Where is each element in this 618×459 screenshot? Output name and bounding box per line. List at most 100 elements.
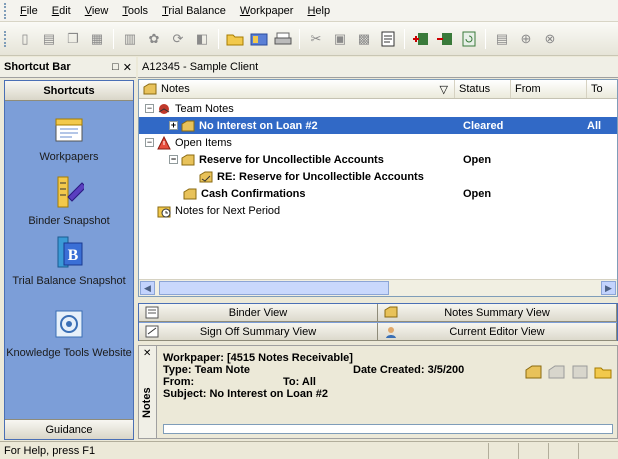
menu-help[interactable]: Help <box>300 3 337 19</box>
refresh-icon[interactable] <box>458 28 480 50</box>
tree-row-selected-note[interactable]: + No Interest on Loan #2 Cleared All <box>139 117 617 134</box>
knowledge-tools-icon <box>52 307 86 341</box>
shortcut-bar-title: Shortcut Bar <box>4 61 71 73</box>
svg-text:B: B <box>68 247 79 264</box>
view-switcher: Binder View Notes Summary View Sign Off … <box>138 303 618 341</box>
toolbar-separator <box>485 28 486 49</box>
note-details-pane: ✕ Notes Workpaper: [4515 Notes Receivabl… <box>138 345 618 439</box>
notes-side-tab[interactable]: ✕ Notes <box>139 346 157 438</box>
notes-tree: − Team Notes + No Interest on Loan #2 Cl… <box>139 100 617 278</box>
guidance-tab[interactable]: Guidance <box>5 419 133 439</box>
note-text-field[interactable] <box>163 424 613 434</box>
tree-row-reserve[interactable]: − Reserve for Uncollectible Accounts Ope… <box>139 151 617 168</box>
menu-grip[interactable] <box>4 2 7 19</box>
client-title: A12345 - Sample Client <box>138 57 618 78</box>
resize-grip-icon[interactable] <box>578 442 618 459</box>
collapse-icon[interactable]: − <box>145 104 154 113</box>
open-binder-icon[interactable] <box>248 28 270 50</box>
new-icon[interactable]: ▯ <box>14 28 36 50</box>
clear-note-icon[interactable] <box>570 362 590 382</box>
detail-type: Type: Team Note <box>163 364 250 376</box>
sign-off-summary-view-button[interactable]: Sign Off Summary View <box>139 323 378 341</box>
close-icon[interactable]: ✕ <box>123 61 132 74</box>
filter-icon[interactable]: ▽ <box>440 83 448 96</box>
remove-tickmark-icon[interactable] <box>434 28 456 50</box>
copy-icon[interactable]: ❐ <box>62 28 84 50</box>
view-row: Binder View Notes Summary View <box>139 304 617 322</box>
menu-tools[interactable]: Tools <box>115 3 155 19</box>
note-status: Open <box>463 153 492 166</box>
shortcut-knowledge-tools[interactable]: Knowledge Tools Website <box>5 307 133 360</box>
view-row: Sign Off Summary View Current Editor Vie… <box>139 323 617 341</box>
sync-icon[interactable]: ⟳ <box>167 28 189 50</box>
collapse-icon[interactable]: − <box>145 138 154 147</box>
tree-row-next-period[interactable]: Notes for Next Period <box>139 202 617 219</box>
tree-row-team-notes[interactable]: − Team Notes <box>139 100 617 117</box>
detail-date-created: Date Created: 3/5/200 <box>353 364 465 376</box>
tree-row-cash[interactable]: Cash Confirmations Open <box>139 185 617 202</box>
current-editor-icon <box>384 325 398 342</box>
column-status[interactable]: Status <box>455 80 511 98</box>
menu-bar: File Edit View Tools Trial Balance Workp… <box>0 0 618 22</box>
print-preview-icon[interactable]: ◧ <box>191 28 213 50</box>
toolbar-separator <box>404 28 405 49</box>
shortcut-label: Workpapers <box>39 151 99 163</box>
menu-file[interactable]: File <box>13 3 45 19</box>
print-icon[interactable] <box>272 28 294 50</box>
current-editor-view-label: Current Editor View <box>449 325 545 338</box>
document-icon[interactable]: ▤ <box>38 28 60 50</box>
note-status: Cleared <box>463 119 504 132</box>
open-workpaper-icon[interactable] <box>593 362 613 382</box>
add-tickmark-icon[interactable] <box>410 28 432 50</box>
notes-side-tab-label: Notes <box>141 387 153 418</box>
column-to[interactable]: To <box>587 80 617 98</box>
note-icon <box>183 187 197 201</box>
collapse-icon[interactable]: − <box>169 155 178 164</box>
shortcut-binder-snapshot[interactable]: Binder Snapshot <box>5 175 133 228</box>
column-notes[interactable]: Notes ▽ <box>139 80 455 98</box>
column-from[interactable]: From <box>511 80 587 98</box>
scroll-right-icon[interactable]: ▶ <box>601 281 616 295</box>
unlock-icon[interactable]: ⊗ <box>539 28 561 50</box>
binder-view-icon <box>145 306 159 322</box>
menu-workpaper[interactable]: Workpaper <box>233 3 301 19</box>
menu-edit[interactable]: Edit <box>45 3 78 19</box>
globe-icon[interactable]: ✿ <box>143 28 165 50</box>
edit-note-icon[interactable] <box>524 362 544 382</box>
notes-pane: Notes ▽ Status From To − Team Notes + No… <box>138 79 618 297</box>
notes-summary-view-button[interactable]: Notes Summary View <box>378 304 617 322</box>
tree-label: Reserve for Uncollectible Accounts <box>199 153 384 166</box>
current-editor-view-button[interactable]: Current Editor View <box>378 323 617 341</box>
menu-trial-balance[interactable]: Trial Balance <box>155 3 233 19</box>
lock-icon[interactable]: ⊕ <box>515 28 537 50</box>
checklist-icon[interactable] <box>377 28 399 50</box>
expand-icon[interactable]: + <box>169 121 178 130</box>
reply-note-icon[interactable] <box>547 362 567 382</box>
shortcut-trial-balance-snapshot[interactable]: B Trial Balance Snapshot <box>5 235 133 288</box>
scroll-thumb[interactable] <box>159 281 389 295</box>
menu-view[interactable]: View <box>78 3 116 19</box>
properties-icon[interactable]: ▦ <box>86 28 108 50</box>
paste-icon[interactable]: ▣ <box>329 28 351 50</box>
column-headers: Notes ▽ Status From To <box>139 80 617 99</box>
restore-icon[interactable]: □ <box>112 61 119 74</box>
scroll-left-icon[interactable]: ◀ <box>140 281 155 295</box>
trial-balance-snapshot-icon: B <box>52 235 86 269</box>
cut-icon[interactable]: ✂ <box>305 28 327 50</box>
publish-icon[interactable]: ▤ <box>491 28 513 50</box>
binder-snapshot-icon <box>52 175 86 209</box>
toolbar-separator <box>299 28 300 49</box>
open-folder-icon[interactable] <box>224 28 246 50</box>
shortcuts-tab[interactable]: Shortcuts <box>5 81 133 101</box>
status-text: For Help, press F1 <box>4 444 96 457</box>
shortcut-label: Binder Snapshot <box>28 215 110 227</box>
toolbar-grip[interactable] <box>4 30 7 47</box>
tree-row-reply[interactable]: RE: Reserve for Uncollectible Accounts <box>139 168 617 185</box>
horizontal-scrollbar[interactable]: ◀ ▶ <box>139 279 617 296</box>
close-icon[interactable]: ✕ <box>143 348 151 359</box>
binder-view-button[interactable]: Binder View <box>139 304 378 322</box>
binder-icon[interactable]: ▥ <box>119 28 141 50</box>
paste-special-icon[interactable]: ▩ <box>353 28 375 50</box>
shortcut-workpapers[interactable]: Workpapers <box>5 111 133 164</box>
tree-row-open-items[interactable]: − Open Items <box>139 134 617 151</box>
